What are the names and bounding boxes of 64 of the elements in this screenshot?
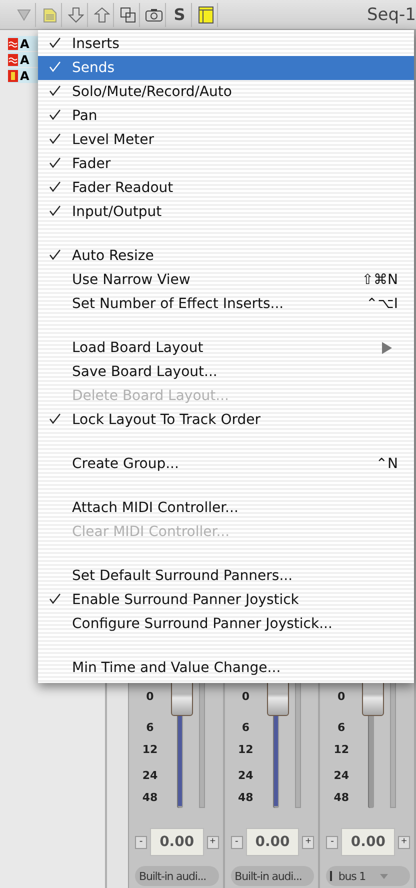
menu-item[interactable]: Solo/Mute/Record/Auto	[38, 80, 414, 104]
menu-item[interactable]: Save Board Layout...	[38, 360, 414, 384]
toolbar-button[interactable]: S	[168, 2, 192, 26]
track-name: A	[20, 36, 30, 50]
waveform-icon	[8, 38, 18, 50]
scale-label: 0	[338, 690, 346, 704]
menu-item[interactable]: Auto Resize	[38, 244, 414, 268]
menu-item[interactable]: Attach MIDI Controller...	[38, 496, 414, 520]
menu-item[interactable]: Enable Surround Panner Joystick	[38, 588, 414, 612]
menu-item[interactable]: Set Default Surround Panners...	[38, 564, 414, 588]
scale-label: 0	[242, 690, 250, 704]
decrement-button[interactable]: -	[326, 836, 338, 848]
document-icon	[42, 6, 56, 22]
menu-item[interactable]: Level Meter	[38, 128, 414, 152]
bus-icon	[330, 871, 332, 881]
menu-item[interactable]: Input/Output	[38, 200, 414, 224]
value-field[interactable]: 0.00	[246, 828, 300, 856]
scale-label: 24	[334, 769, 349, 783]
output-dropdown[interactable]: Built-in audi...	[230, 866, 314, 886]
track-name: A	[20, 68, 30, 82]
scale-label: 6	[242, 721, 250, 735]
scale-label: 48	[334, 791, 349, 805]
track-name: A	[20, 52, 30, 66]
menu-item[interactable]: Create Group... ⌃N	[38, 452, 414, 476]
decrement-button[interactable]: -	[230, 836, 243, 848]
menu-item[interactable]: Set Number of Effect Inserts... ⌃⌥I	[38, 292, 414, 316]
menu-item[interactable]: Use Narrow View ⇧⌘N	[38, 268, 414, 292]
camera-icon	[144, 8, 162, 22]
decrement-button[interactable]: -	[135, 836, 147, 848]
caret-icon	[380, 874, 388, 878]
menu-item[interactable]: Sends	[38, 56, 414, 80]
scale-label: 6	[338, 721, 346, 735]
menu-item[interactable]: Fader Readout	[38, 176, 414, 200]
increment-button[interactable]: +	[206, 836, 219, 848]
scale-label: 48	[142, 791, 158, 805]
window-icon	[198, 6, 214, 24]
scale-label: 12	[142, 743, 158, 757]
scale-label: 12	[334, 743, 349, 757]
output-dropdown[interactable]: bus 1	[326, 866, 410, 886]
scale-label: 24	[142, 769, 158, 783]
menu-item[interactable]: Lock Layout To Track Order	[38, 408, 414, 432]
value-field[interactable]: 0.00	[341, 828, 396, 856]
window-title: Seq-1	[367, 4, 416, 24]
menu-item[interactable]: Pan	[38, 104, 414, 128]
increment-button[interactable]: +	[302, 836, 314, 848]
increment-button[interactable]: +	[398, 836, 410, 848]
arrow-down-icon	[68, 6, 84, 22]
squares-icon	[120, 6, 136, 22]
filter-icon	[16, 8, 30, 20]
arrow-up-icon	[94, 6, 110, 22]
menu-item[interactable]: Inserts	[38, 32, 414, 56]
scale-label: 24	[238, 769, 254, 783]
instrument-icon	[8, 70, 18, 82]
scale-label: 0	[146, 690, 154, 704]
scale-label: 6	[146, 721, 154, 735]
output-dropdown[interactable]: Built-in audi...	[135, 866, 219, 886]
menu-item[interactable]: Load Board Layout	[38, 336, 414, 360]
scale-label: 12	[238, 743, 254, 757]
waveform-icon	[8, 54, 18, 66]
menu-item[interactable]: Configure Surround Panner Joystick...	[38, 612, 414, 636]
menu-item[interactable]: Min Time and Value Change...	[38, 656, 414, 680]
menu-item[interactable]: Fader	[38, 152, 414, 176]
scale-label: 48	[238, 791, 254, 805]
value-field[interactable]: 0.00	[150, 828, 204, 856]
